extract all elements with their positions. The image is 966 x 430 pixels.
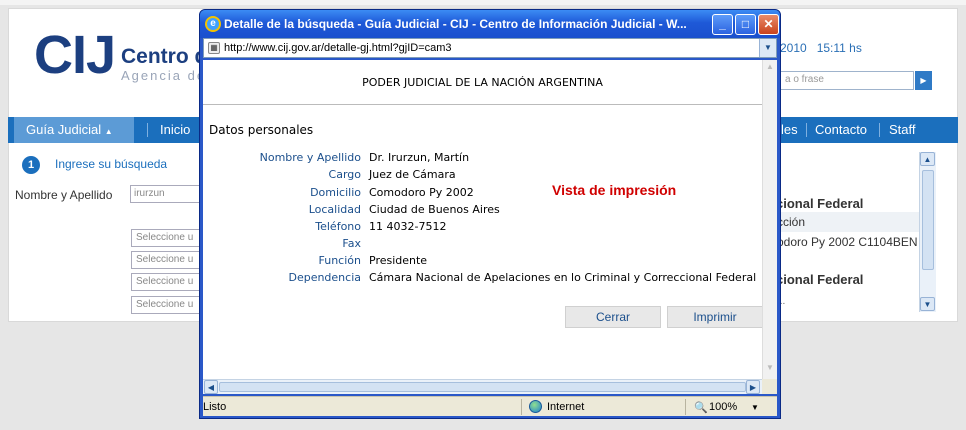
scroll-up-icon[interactable]: ▲ — [920, 152, 935, 166]
name-field-label: Nombre y Apellido — [15, 188, 113, 202]
nav-divider — [879, 123, 880, 137]
value-cargo: Juez de Cámara — [369, 168, 456, 181]
site-search-input[interactable]: a o frase — [780, 71, 914, 90]
date-text: 2010 — [780, 41, 807, 55]
popup-content: PODER JUDICIAL DE LA NACIÓN ARGENTINA Da… — [203, 60, 762, 379]
zoom-icon: 🔍 — [694, 402, 708, 414]
chevron-down-icon[interactable]: ▼ — [759, 39, 776, 57]
name-input[interactable]: irurzun — [130, 185, 200, 203]
label-domicilio: Domicilio — [310, 186, 361, 199]
scroll-up-icon[interactable]: ▲ — [763, 62, 777, 75]
nav-staff[interactable]: Staff — [889, 117, 916, 143]
scroll-right-icon[interactable]: ▶ — [746, 380, 760, 394]
scrollbar-thumb[interactable] — [219, 382, 746, 392]
zoom-level[interactable]: 100% — [709, 401, 737, 413]
close-window-button[interactable]: ✕ — [758, 14, 779, 35]
status-text: Listo — [203, 401, 227, 413]
value-telefono: 11 4032-7512 — [369, 220, 447, 233]
select-filter-3[interactable]: Seleccione u — [131, 273, 200, 291]
minimize-button[interactable]: _ — [712, 14, 733, 35]
globe-icon — [529, 400, 542, 413]
select-filter-2[interactable]: Seleccione u — [131, 251, 200, 269]
zone-text: Internet — [547, 401, 585, 413]
caret-up-icon: ▲ — [104, 127, 113, 136]
status-divider — [685, 399, 686, 415]
print-view-label: Vista de impresión — [552, 182, 677, 198]
nav-inicio[interactable]: Inicio — [160, 117, 190, 143]
date-time: 2010 15:11 hs — [780, 41, 862, 55]
select-filter-1[interactable]: Seleccione u — [131, 229, 200, 247]
nav-contacto[interactable]: Contacto — [815, 117, 867, 143]
value-funcion: Presidente — [369, 254, 428, 267]
imprimir-button[interactable]: Imprimir — [667, 306, 762, 328]
status-bar: Listo Internet 🔍 100% ▼ — [203, 396, 777, 416]
nav-divider — [806, 123, 807, 137]
label-dependencia: Dependencia — [288, 271, 361, 284]
site-title: Centro d — [121, 45, 208, 68]
cerrar-button[interactable]: Cerrar — [565, 306, 661, 328]
nav-divider — [147, 123, 148, 137]
cij-logo[interactable]: CIJ — [34, 28, 116, 82]
zoom-dropdown-icon[interactable]: ▼ — [751, 403, 759, 412]
search-go-button[interactable]: ▶ — [915, 71, 932, 90]
scrollbar-thumb[interactable] — [922, 170, 934, 270]
label-cargo: Cargo — [328, 168, 361, 181]
address-bar[interactable]: ▦ http://www.cij.gov.ar/detalle-gj.html?… — [203, 38, 777, 58]
scroll-corner — [762, 379, 777, 394]
label-fax: Fax — [342, 237, 361, 250]
value-localidad: Ciudad de Buenos Aires — [369, 203, 500, 216]
header-divider — [203, 104, 762, 105]
status-divider — [521, 399, 522, 415]
value-dependencia: Cámara Nacional de Apelaciones en lo Cri… — [369, 271, 757, 284]
label-localidad: Localidad — [308, 203, 361, 216]
site-subtitle: Agencia de — [121, 68, 207, 83]
scroll-down-icon[interactable]: ▼ — [920, 297, 935, 311]
court-header: PODER JUDICIAL DE LA NACIÓN ARGENTINA — [362, 76, 603, 89]
select-filter-4[interactable]: Seleccione u — [131, 296, 200, 314]
popup-vertical-scrollbar[interactable]: ▲ ▼ — [762, 60, 777, 379]
result-row[interactable]: odoro Py 2002 C1104BEN — [776, 232, 921, 252]
nav-label: Guía Judicial — [26, 122, 102, 137]
nav-guia-judicial[interactable]: Guía Judicial ▲ — [14, 117, 134, 143]
time-text: 15:11 hs — [816, 41, 862, 55]
results-scrollbar[interactable] — [919, 152, 936, 312]
result-heading: cional Federal — [776, 272, 864, 287]
step-number-badge: 1 — [22, 156, 40, 174]
label-funcion: Función — [318, 254, 361, 267]
popup-horizontal-scrollbar[interactable]: ◀ ▶ — [203, 379, 762, 394]
page-icon: ▦ — [208, 42, 220, 54]
url-text[interactable]: http://www.cij.gov.ar/detalle-gj.html?gj… — [224, 42, 452, 54]
section-title: Datos personales — [209, 123, 314, 137]
popup-window: e Detalle de la búsqueda - Guía Judicial… — [199, 9, 781, 419]
title-bar[interactable]: e Detalle de la búsqueda - Guía Judicial… — [200, 10, 780, 38]
label-telefono: Teléfono — [315, 220, 361, 233]
value-nombre: Dr. Irurzun, Martín — [369, 151, 470, 164]
value-domicilio: Comodoro Py 2002 — [369, 186, 474, 199]
ie-icon: e — [205, 16, 221, 32]
nav-partial[interactable]: les — [781, 117, 798, 143]
maximize-button[interactable]: □ — [735, 14, 756, 35]
top-strip — [0, 0, 966, 5]
result-row[interactable]: ... — [776, 296, 921, 308]
result-row[interactable]: cción — [776, 212, 921, 232]
scroll-left-icon[interactable]: ◀ — [204, 380, 218, 394]
step-label: Ingrese su búsqueda — [55, 157, 168, 171]
result-heading: cional Federal — [776, 196, 864, 211]
label-nombre: Nombre y Apellido — [259, 151, 361, 164]
scroll-down-icon[interactable]: ▼ — [763, 363, 777, 376]
window-title: Detalle de la búsqueda - Guía Judicial -… — [224, 17, 687, 31]
